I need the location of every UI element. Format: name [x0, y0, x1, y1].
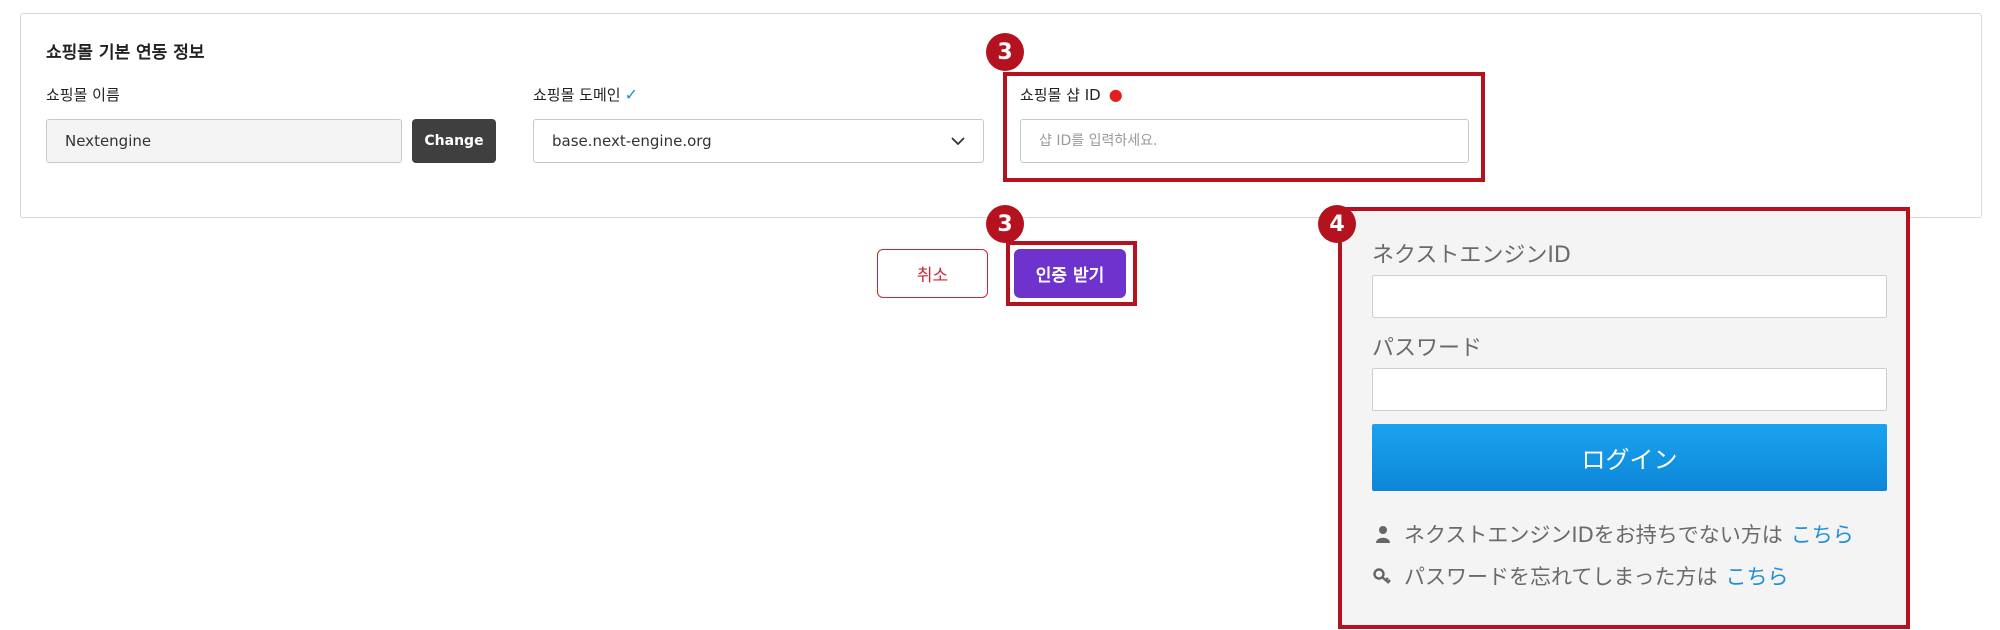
mall-name-label: 쇼핑몰 이름: [46, 86, 120, 104]
password-input[interactable]: [1372, 368, 1887, 411]
required-icon: ●: [1108, 85, 1123, 104]
user-icon: [1372, 525, 1394, 543]
nextengine-login-panel: ネクストエンジンID パスワード ログイン ネクストエンジンIDをお持ちでない方…: [1338, 207, 1910, 629]
forgot-link[interactable]: こちら: [1726, 561, 1789, 591]
auth-button[interactable]: 인증 받기: [1014, 249, 1126, 298]
forgot-row: パスワードを忘れてしまった方は こちら: [1372, 561, 1789, 591]
shop-id-label-row: 쇼핑몰 샵 ID ●: [1020, 84, 1123, 105]
mall-name-input[interactable]: [46, 119, 402, 163]
step-badge-auth: 3: [986, 205, 1024, 243]
key-icon: [1372, 568, 1394, 584]
change-button[interactable]: Change: [412, 119, 496, 163]
shop-id-input[interactable]: [1020, 119, 1469, 163]
step-badge-shop-id: 3: [986, 33, 1024, 71]
signup-text: ネクストエンジンIDをお持ちでない方は: [1404, 523, 1783, 547]
login-button[interactable]: ログイン: [1372, 424, 1887, 491]
check-icon: ✓: [624, 85, 638, 104]
login-id-label: ネクストエンジンID: [1372, 243, 1571, 268]
mall-domain-label: 쇼핑몰 도메인: [533, 86, 621, 104]
mall-domain-label-row: 쇼핑몰 도메인 ✓: [533, 84, 638, 105]
shop-id-label: 쇼핑몰 샵 ID: [1020, 86, 1101, 104]
login-id-input[interactable]: [1372, 275, 1887, 318]
signup-link[interactable]: こちら: [1791, 519, 1854, 549]
forgot-text: パスワードを忘れてしまった方は: [1404, 565, 1718, 589]
section-title: 쇼핑몰 기본 연동 정보: [46, 43, 205, 63]
password-label: パスワード: [1372, 336, 1483, 361]
signup-row: ネクストエンジンIDをお持ちでない方は こちら: [1372, 519, 1854, 549]
step-badge-login: 4: [1318, 205, 1356, 243]
cancel-button[interactable]: 취소: [877, 249, 988, 298]
mall-domain-select[interactable]: base.next-engine.org: [533, 119, 984, 163]
chevron-down-icon: [951, 132, 965, 150]
mall-domain-value: base.next-engine.org: [552, 132, 712, 150]
